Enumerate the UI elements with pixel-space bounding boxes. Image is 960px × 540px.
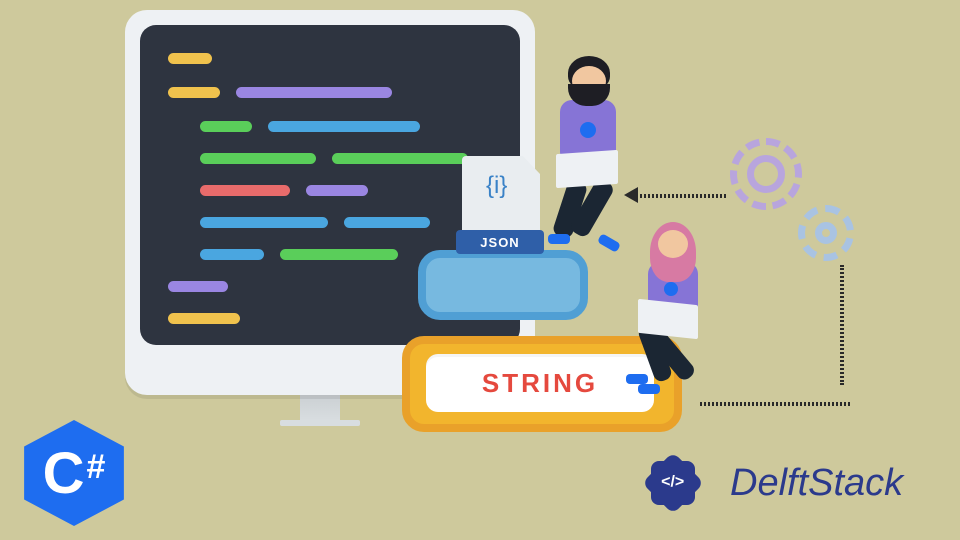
code-line xyxy=(200,217,328,228)
csharp-hash: # xyxy=(86,448,105,487)
code-line xyxy=(344,217,430,228)
braces-icon: {i} xyxy=(486,172,507,200)
developer-woman-illustration xyxy=(630,224,740,434)
code-line xyxy=(306,185,368,196)
laptop-icon xyxy=(556,150,618,188)
string-label: STRING xyxy=(482,368,598,399)
csharp-letter: C xyxy=(43,440,85,507)
laptop-icon xyxy=(638,299,698,339)
brand-name: DelftStack xyxy=(730,462,903,505)
code-line xyxy=(268,121,420,132)
gear-icon xyxy=(798,205,854,261)
code-line xyxy=(168,281,228,292)
connector-line xyxy=(840,265,844,385)
code-line xyxy=(200,153,316,164)
code-line xyxy=(168,53,212,64)
json-file-icon: {i} JSON xyxy=(450,152,550,262)
code-line xyxy=(200,249,264,260)
code-line xyxy=(236,87,392,98)
gear-icon xyxy=(730,138,802,210)
csharp-hexagon-badge: C# xyxy=(16,420,132,526)
code-line xyxy=(280,249,398,260)
code-line xyxy=(168,313,240,324)
code-line xyxy=(168,87,220,98)
code-line xyxy=(332,153,468,164)
delftstack-logo: </> DelftStack xyxy=(630,440,903,526)
code-line xyxy=(200,185,290,196)
mandala-icon: </> xyxy=(630,440,716,526)
monitor-stand xyxy=(280,420,360,426)
code-angle-icon: </> xyxy=(661,474,684,492)
code-line xyxy=(200,121,252,132)
json-label: JSON xyxy=(456,230,544,254)
string-card: STRING xyxy=(426,354,654,412)
